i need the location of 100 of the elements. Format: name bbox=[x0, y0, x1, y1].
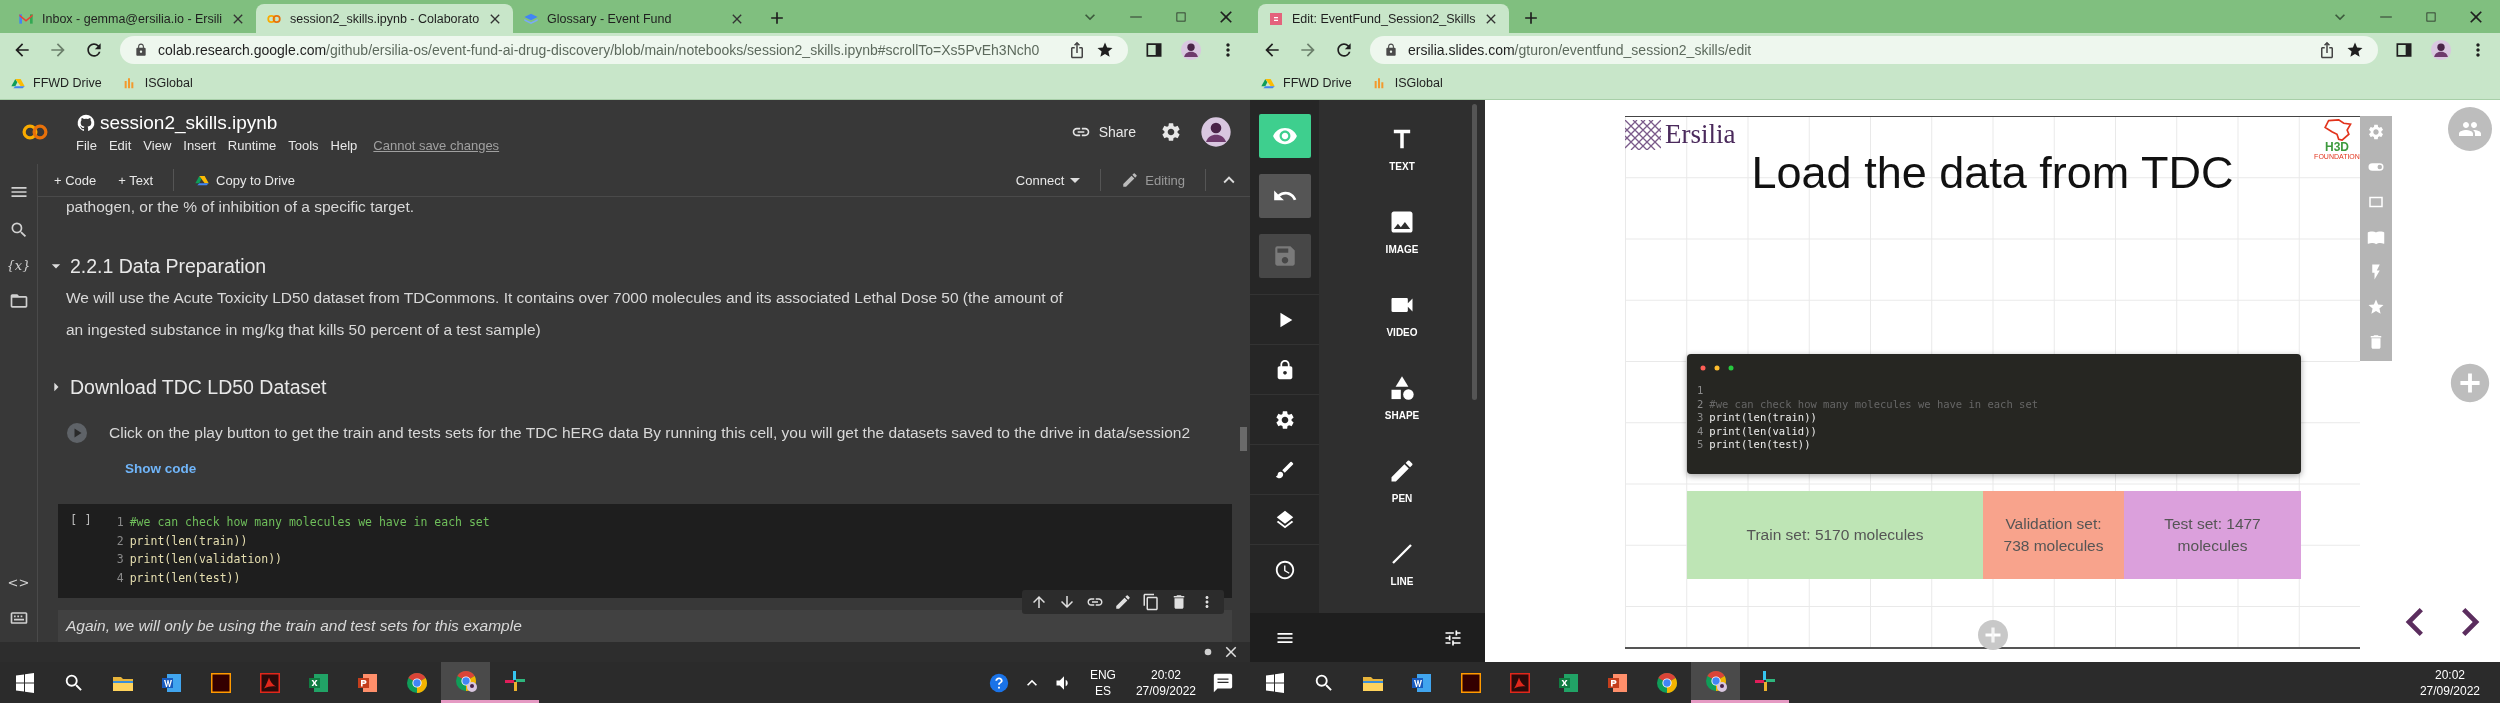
line-number: 3 bbox=[115, 551, 124, 568]
pencil-icon[interactable] bbox=[1114, 593, 1132, 611]
illustrator-icon bbox=[208, 670, 233, 695]
pen-tool[interactable]: PEN bbox=[1342, 444, 1462, 527]
browser-tab[interactable]: Edit: EventFund_Session2_Skills bbox=[1258, 4, 1510, 33]
slack-icon bbox=[502, 669, 527, 693]
illustrator-icon bbox=[1458, 670, 1483, 695]
code-cell[interactable]: [ ] 1 #we can check how many molecules we have in each set 2 print(len(train)) 3 print(len(validation)) 4 print(len(test)) bbox=[58, 504, 1232, 598]
chrome-profile-icon bbox=[453, 669, 478, 693]
toolbar-button[interactable] bbox=[1258, 174, 1311, 218]
chrome-icon bbox=[404, 670, 429, 695]
scrollbar[interactable] bbox=[1240, 427, 1247, 451]
lock-icon bbox=[1384, 43, 1398, 57]
copy-icon[interactable] bbox=[1142, 593, 1160, 611]
browser-tab[interactable]: Glossary - Event Fund bbox=[513, 4, 756, 33]
share-button[interactable]: Share bbox=[1064, 118, 1142, 146]
code-snippets-icon[interactable]: <> bbox=[7, 575, 30, 590]
dataset-block: Test set: 1477 molecules bbox=[2124, 491, 2301, 579]
chrome-icon bbox=[1654, 670, 1679, 695]
folder-icon[interactable] bbox=[8, 291, 29, 311]
clock[interactable]: 20:02 27/09/2022 bbox=[2419, 666, 2480, 699]
code-line: print(len(validation)) bbox=[129, 551, 282, 568]
line-number: 1 bbox=[115, 514, 124, 531]
menu-item[interactable]: Runtime bbox=[227, 137, 277, 153]
pdf-icon bbox=[1507, 670, 1532, 695]
settings-icon[interactable] bbox=[1273, 408, 1296, 431]
menu-item[interactable]: File bbox=[76, 137, 97, 153]
chrome-profile-icon bbox=[1703, 669, 1728, 693]
scrollbar[interactable] bbox=[1472, 104, 1477, 400]
add-text-button[interactable]: + Text bbox=[110, 168, 162, 192]
share-icon[interactable] bbox=[1068, 41, 1086, 59]
bookmark[interactable]: ISGlobal bbox=[121, 75, 193, 91]
clock-icon[interactable] bbox=[1273, 558, 1296, 581]
help-icon[interactable] bbox=[987, 671, 1010, 694]
avatar-icon[interactable] bbox=[1200, 116, 1232, 148]
connect-button[interactable]: Connect bbox=[1007, 168, 1089, 192]
share-icon[interactable] bbox=[2318, 41, 2336, 59]
line-number: 4 bbox=[115, 569, 124, 587]
paragraph: Again, we will only be using the train and test sets for this example bbox=[66, 616, 523, 636]
image-tool[interactable]: IMAGE bbox=[1342, 195, 1462, 278]
dataset-block: Train set: 5170 molecules bbox=[1687, 491, 1983, 579]
menu-item[interactable]: View bbox=[143, 137, 172, 153]
side-panel-icon[interactable] bbox=[2394, 40, 2414, 60]
url-text: ersilia.slides.com/gturon/eventfund_session2_skills/edit bbox=[1408, 42, 1752, 58]
code-line: print(len(train)) bbox=[1709, 411, 1817, 425]
paragraph: Click on the play button to get the train and tests sets for the TDC hERG data By running this cell, you will get the datasets saved to the drive in data/session2 bbox=[109, 423, 1190, 443]
address-bar[interactable]: colab.research.google.com/github/ersilia-os/event-fund-ai-drug-discovery/blob/main/notebooks/session2_skills.ipynb#scrollTo=Xs5PvEh3Nch0 bbox=[120, 36, 1128, 64]
reload-icon[interactable] bbox=[84, 40, 104, 60]
add-slide-icon[interactable] bbox=[1975, 617, 2011, 653]
side-panel-icon[interactable] bbox=[1144, 40, 1164, 60]
line-number: 1 bbox=[1697, 384, 1704, 398]
add-code-button[interactable]: + Code bbox=[46, 168, 105, 192]
line-number: 2 bbox=[115, 532, 124, 550]
star-icon[interactable] bbox=[1096, 41, 1114, 59]
menu-item[interactable]: Help bbox=[330, 137, 358, 153]
slack-icon bbox=[1752, 669, 1777, 693]
slide[interactable] bbox=[1625, 116, 2360, 649]
line-number: 4 bbox=[1697, 424, 1704, 438]
dataset-block: Validation set: 738 molecules bbox=[1983, 491, 2124, 579]
notification-icon[interactable] bbox=[1212, 671, 1234, 694]
shape-tool[interactable]: SHAPE bbox=[1342, 361, 1462, 444]
clock[interactable]: 20:02 27/09/2022 bbox=[1135, 666, 1196, 699]
code-line: print(len(valid)) bbox=[1709, 424, 1817, 438]
line-number: 3 bbox=[1697, 411, 1704, 425]
menu-item[interactable]: Tools bbox=[288, 137, 319, 153]
caret-icon bbox=[1070, 177, 1081, 183]
bookmark[interactable]: FFWD Drive bbox=[10, 75, 102, 91]
language-indicator[interactable]: ENG ES bbox=[1089, 666, 1116, 699]
slide-title: Load the data from TDC bbox=[1750, 147, 2235, 199]
save-notice-link[interactable]: Cannot save changes bbox=[373, 137, 500, 153]
line-tool[interactable]: LINE bbox=[1342, 527, 1462, 610]
browser-tab[interactable]: Inbox - gemma@ersilia.io - Ersili bbox=[8, 4, 257, 33]
star-icon[interactable] bbox=[2367, 298, 2385, 316]
menu-item[interactable]: Edit bbox=[108, 137, 132, 153]
show-code-link[interactable]: Show code bbox=[125, 461, 197, 476]
github-icon bbox=[76, 112, 96, 133]
pencil-icon bbox=[1121, 171, 1140, 189]
menu-item[interactable]: Insert bbox=[183, 137, 216, 153]
notebook-title[interactable]: session2_skills.ipynb bbox=[100, 111, 278, 134]
bookmark[interactable]: FFWD Drive bbox=[1260, 75, 1352, 91]
copy-to-drive-button[interactable]: Copy to Drive bbox=[186, 168, 303, 192]
editing-button[interactable]: Editing bbox=[1113, 167, 1193, 193]
address-bar[interactable]: ersilia.slides.com/gturon/eventfund_session2_skills/edit bbox=[1370, 36, 2378, 64]
arrow-down-icon[interactable] bbox=[1058, 593, 1076, 611]
settings-icon[interactable] bbox=[1160, 121, 1182, 143]
bookmark[interactable]: ISGlobal bbox=[1371, 75, 1443, 91]
toolbar-button[interactable] bbox=[1258, 114, 1311, 158]
run-icon[interactable] bbox=[65, 421, 89, 445]
video-tool[interactable]: VIDEO bbox=[1342, 278, 1462, 361]
line-number: 5 bbox=[1697, 438, 1704, 452]
avatar-icon[interactable] bbox=[1180, 39, 1202, 61]
section-heading: 2.2.1 Data Preparation bbox=[70, 254, 267, 278]
text-tool[interactable]: TEXT bbox=[1342, 112, 1462, 195]
reload-icon[interactable] bbox=[1334, 40, 1354, 60]
brand-logo: Ersilia bbox=[1665, 119, 1736, 150]
variables-icon[interactable]: {x} bbox=[6, 258, 31, 273]
browser-tab[interactable]: session2_skills.ipynb - Colaborato bbox=[256, 4, 514, 33]
run-status[interactable]: [ ] bbox=[70, 513, 92, 589]
avatar-icon[interactable] bbox=[2430, 39, 2452, 61]
star-icon[interactable] bbox=[2346, 41, 2364, 59]
